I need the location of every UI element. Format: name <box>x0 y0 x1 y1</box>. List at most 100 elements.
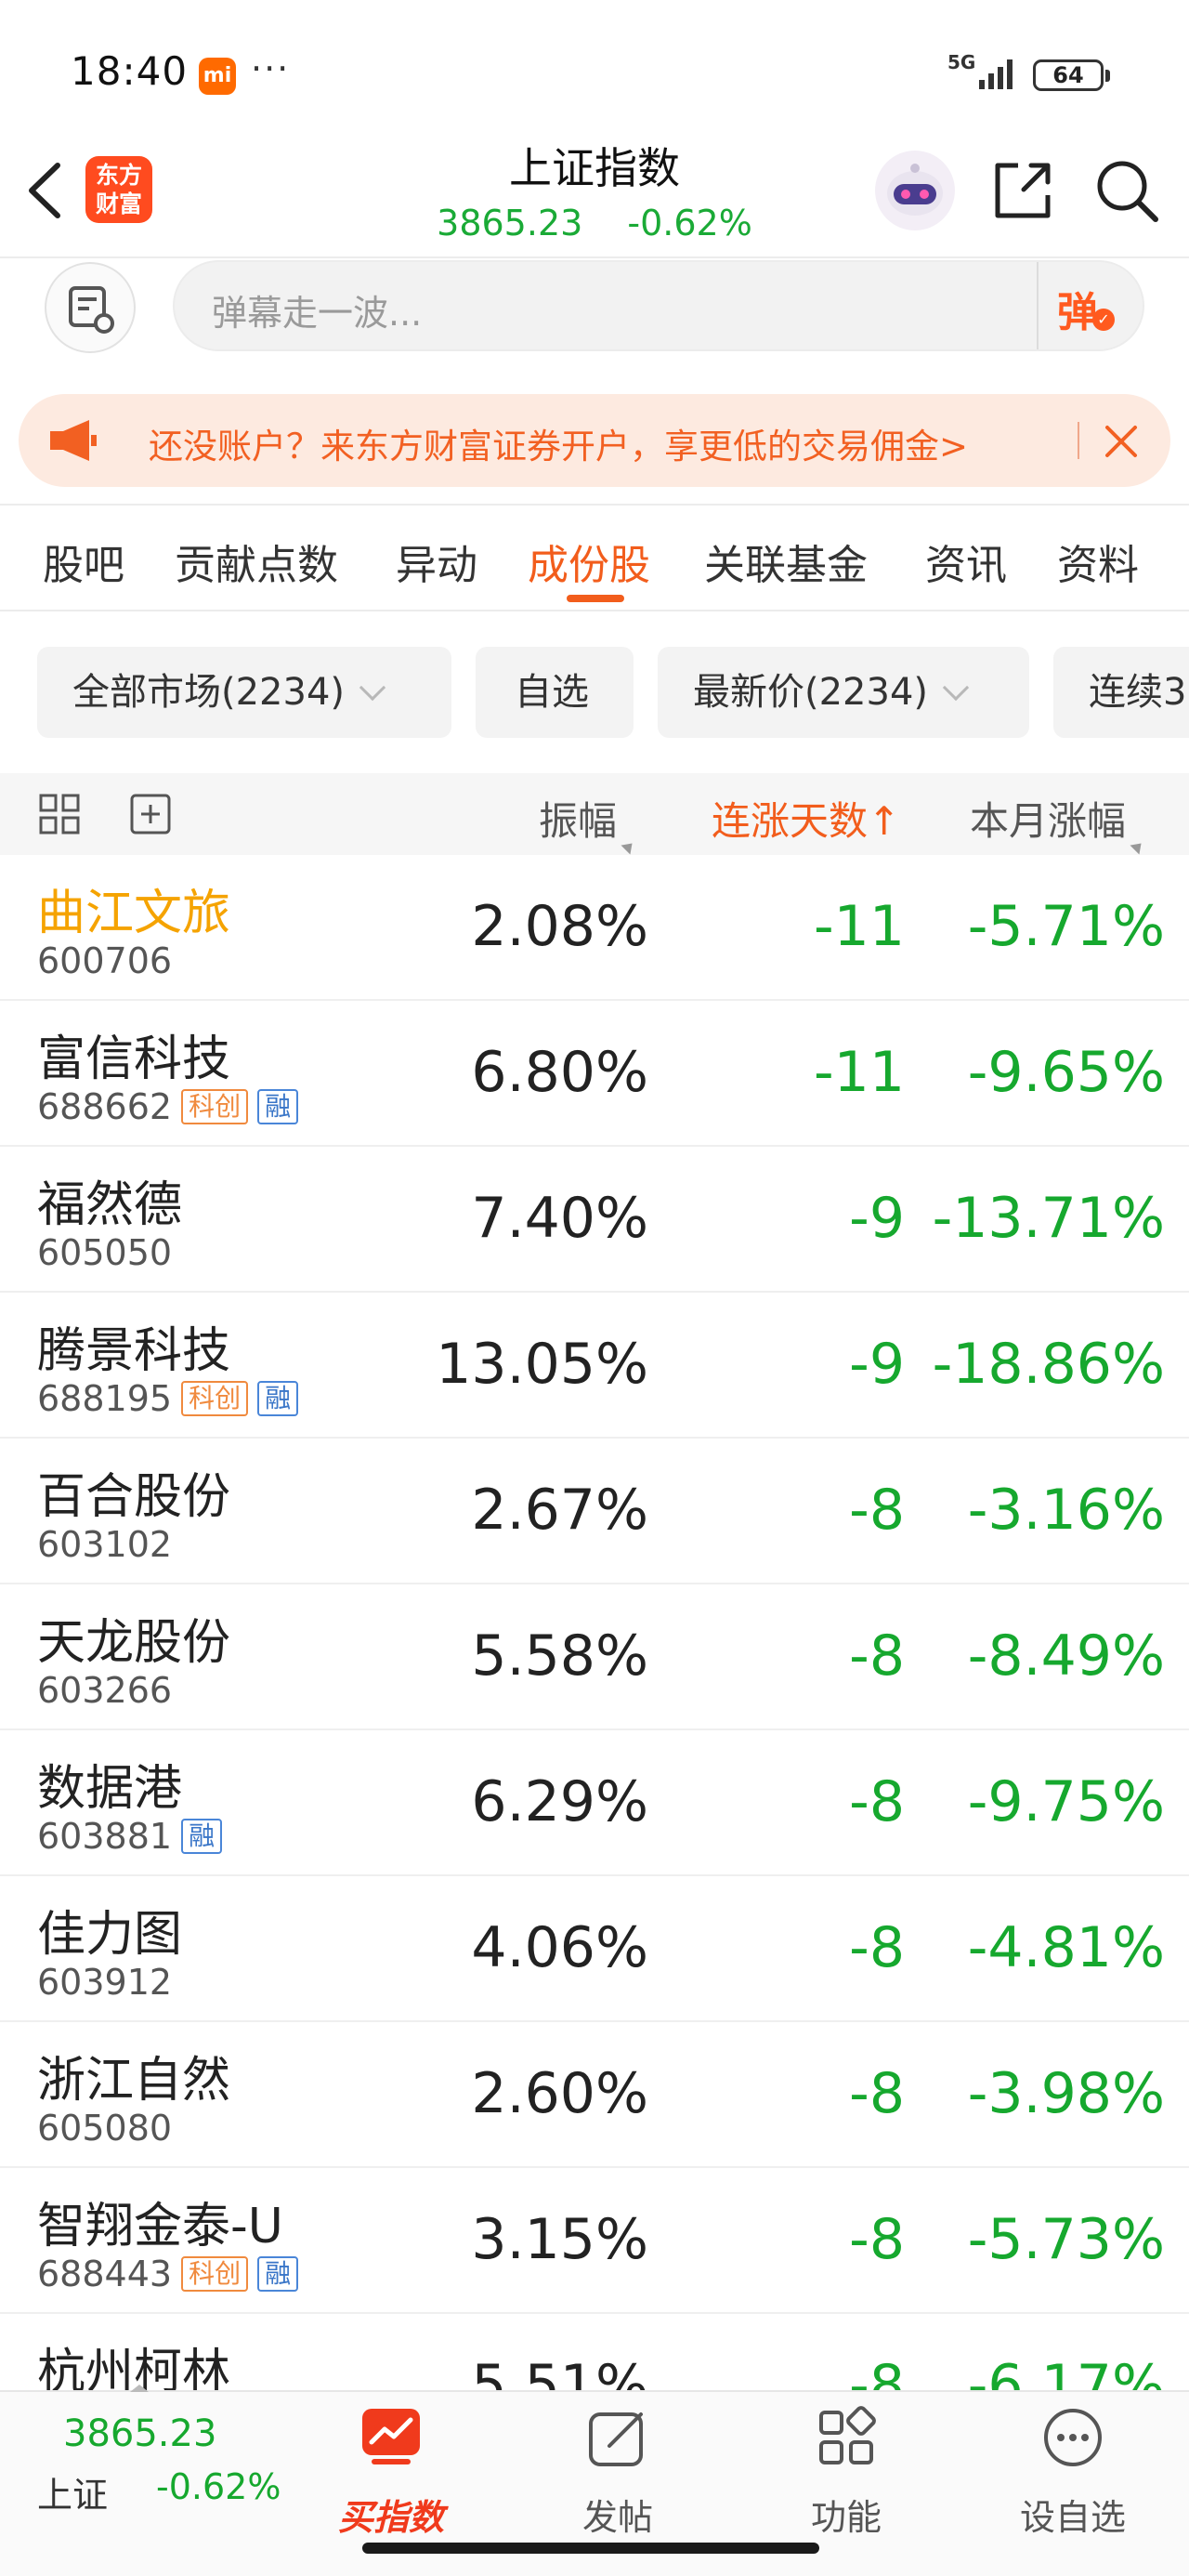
tab-profile[interactable]: 资料 <box>1057 532 1139 591</box>
search-icon[interactable] <box>1092 156 1161 225</box>
amplitude-value: 2.67% <box>471 1478 648 1543</box>
table-row[interactable]: 佳力图 603912 4.06% -8 -4.81% <box>0 1876 1189 2022</box>
stock-code: 603881 <box>37 1816 173 1857</box>
sort-icon <box>1130 838 1146 855</box>
expand-up-icon[interactable] <box>130 2385 149 2392</box>
more-notifications-icon: ··· <box>251 48 291 89</box>
tab-related-funds[interactable]: 关联基金 <box>704 532 868 591</box>
table-row[interactable]: 天龙股份 603266 5.58% -8 -8.49% <box>0 1584 1189 1730</box>
star-market-badge: 科创 <box>181 1381 249 1416</box>
month-change-header-label: 本月涨幅 <box>970 798 1127 844</box>
stock-code-line: 603102 <box>37 1524 172 1565</box>
tab-movers[interactable]: 异动 <box>396 532 477 591</box>
amplitude-value: 2.08% <box>471 894 648 959</box>
stock-code-line: 603912 <box>37 1962 172 2003</box>
post-edit-icon <box>589 2412 643 2466</box>
add-column-icon[interactable] <box>128 792 173 836</box>
stock-code-line: 688662 科创融 <box>37 1086 299 1127</box>
status-time: 18:40 <box>71 48 189 94</box>
battery-icon: 64 <box>1033 59 1110 91</box>
up-days-value: -9 <box>849 1186 905 1251</box>
stock-name: 福然德 <box>37 1177 183 1233</box>
danmu-divider <box>1037 262 1039 349</box>
up-days-value: -11 <box>814 1040 905 1105</box>
nav-buy-index[interactable]: 买指数 <box>321 2405 461 2544</box>
stock-code-line: 600706 <box>37 940 172 981</box>
stock-name: 智翔金泰-U <box>37 2199 283 2254</box>
table-row[interactable]: 福然德 605050 7.40% -9 -13.71% <box>0 1147 1189 1293</box>
up-days-column-header[interactable]: 连涨天数↑ <box>712 790 900 847</box>
month-change-value: -5.73% <box>967 2207 1165 2272</box>
table-row[interactable]: 智翔金泰-U 688443 科创融 3.15% -8 -5.73% <box>0 2168 1189 2314</box>
nav-add-watchlist-label: 设自选 <box>1019 2497 1126 2538</box>
month-change-value: -3.16% <box>967 1478 1165 1543</box>
danmu-send-button[interactable]: 弹 ✓ <box>1057 279 1122 336</box>
danmu-input[interactable]: 弹幕走一波... 弹 ✓ <box>173 260 1144 351</box>
table-row[interactable]: 富信科技 688662 科创融 6.80% -11 -9.65% <box>0 1001 1189 1147</box>
grid-view-icon[interactable] <box>37 792 82 836</box>
tab-constituents[interactable]: 成份股 <box>528 532 650 591</box>
stock-name: 浙江自然 <box>37 2053 231 2109</box>
amplitude-value: 2.60% <box>471 2061 648 2126</box>
close-icon[interactable] <box>1098 418 1144 465</box>
chevron-down-icon <box>359 674 386 702</box>
amplitude-value: 4.06% <box>471 1915 648 1980</box>
account-promo-banner[interactable]: 还没账户？来东方财富证券开户，享更低的交易佣金> <box>19 394 1170 487</box>
bottom-index-change: -0.62% <box>156 2466 281 2507</box>
table-row[interactable]: 腾景科技 688195 科创融 13.05% -9 -18.86% <box>0 1293 1189 1439</box>
margin-trading-badge: 融 <box>257 1089 299 1124</box>
tab-guba[interactable]: 股吧 <box>43 532 124 591</box>
month-change-column-header[interactable]: 本月涨幅 <box>970 790 1146 855</box>
up-days-value: -8 <box>849 1478 905 1543</box>
active-tab-indicator <box>567 595 624 602</box>
stock-code: 603266 <box>37 1670 173 1711</box>
tab-news[interactable]: 资讯 <box>925 532 1007 591</box>
latest-price-dropdown[interactable]: 最新价(2234) <box>658 647 1029 738</box>
watchlist-filter-button[interactable]: 自选 <box>476 647 634 738</box>
market-filter-dropdown[interactable]: 全部市场(2234) <box>37 647 451 738</box>
table-row[interactable]: 数据港 603881 融 6.29% -8 -9.75% <box>0 1730 1189 1876</box>
nav-post[interactable]: 发帖 <box>548 2405 687 2544</box>
amplitude-value: 5.58% <box>471 1623 648 1689</box>
month-change-value: -13.71% <box>932 1186 1165 1251</box>
stock-code-line: 688195 科创融 <box>37 1378 299 1419</box>
tab-bar: 股吧 贡献点数 异动 成份股 关联基金 资讯 资料 <box>0 509 1189 611</box>
star-market-badge: 科创 <box>181 2256 249 2292</box>
table-row[interactable]: 浙江自然 605080 2.60% -8 -3.98% <box>0 2022 1189 2168</box>
danmu-settings-icon[interactable] <box>45 262 136 353</box>
nav-functions[interactable]: 功能 <box>777 2405 916 2544</box>
table-row[interactable]: 曲江文旅 600706 2.08% -11 -5.71% <box>0 855 1189 1001</box>
stock-name: 曲江文旅 <box>37 886 231 941</box>
stock-code: 600706 <box>37 940 173 981</box>
stock-name: 数据港 <box>37 1761 183 1817</box>
up-days-value: -8 <box>849 2061 905 2126</box>
index-change: -0.62% <box>627 203 752 243</box>
up-days-value: -8 <box>849 2207 905 2272</box>
table-header: 振幅 连涨天数↑ 本月涨幅 <box>0 773 1189 855</box>
banner-text: 还没账户？来东方财富证券开户，享更低的交易佣金> <box>149 427 969 467</box>
nav-add-watchlist[interactable]: 设自选 <box>1003 2405 1143 2544</box>
home-indicator[interactable] <box>362 2543 819 2554</box>
amplitude-column-header[interactable]: 振幅 <box>539 790 637 855</box>
stock-code: 688195 <box>37 1378 173 1419</box>
tabs-divider <box>0 610 1189 611</box>
status-bar: 18:40 mi ··· 5G 64 <box>0 0 1189 139</box>
table-row[interactable]: 百合股份 603102 2.67% -8 -3.16% <box>0 1439 1189 1584</box>
streak-filter-button[interactable]: 连续3 <box>1053 647 1189 738</box>
margin-trading-badge: 融 <box>257 2256 299 2292</box>
signal-icon <box>979 59 1013 89</box>
stock-code-line: 603881 融 <box>37 1816 223 1857</box>
market-filter-label: 全部市场(2234) <box>72 671 346 714</box>
amplitude-value: 6.29% <box>471 1769 648 1834</box>
star-market-badge: 科创 <box>181 1089 249 1124</box>
robot-assistant-icon[interactable] <box>875 151 955 230</box>
tab-contribution[interactable]: 贡献点数 <box>175 532 338 591</box>
share-icon[interactable] <box>990 158 1055 223</box>
bottom-index-name: 上证 <box>37 2475 109 2516</box>
banner-divider <box>1078 422 1079 459</box>
stock-code: 603102 <box>37 1524 173 1565</box>
buy-index-icon <box>362 2409 420 2464</box>
month-change-value: -5.71% <box>967 894 1165 959</box>
up-days-value: -8 <box>849 1769 905 1834</box>
nav-post-label: 发帖 <box>581 2497 653 2538</box>
